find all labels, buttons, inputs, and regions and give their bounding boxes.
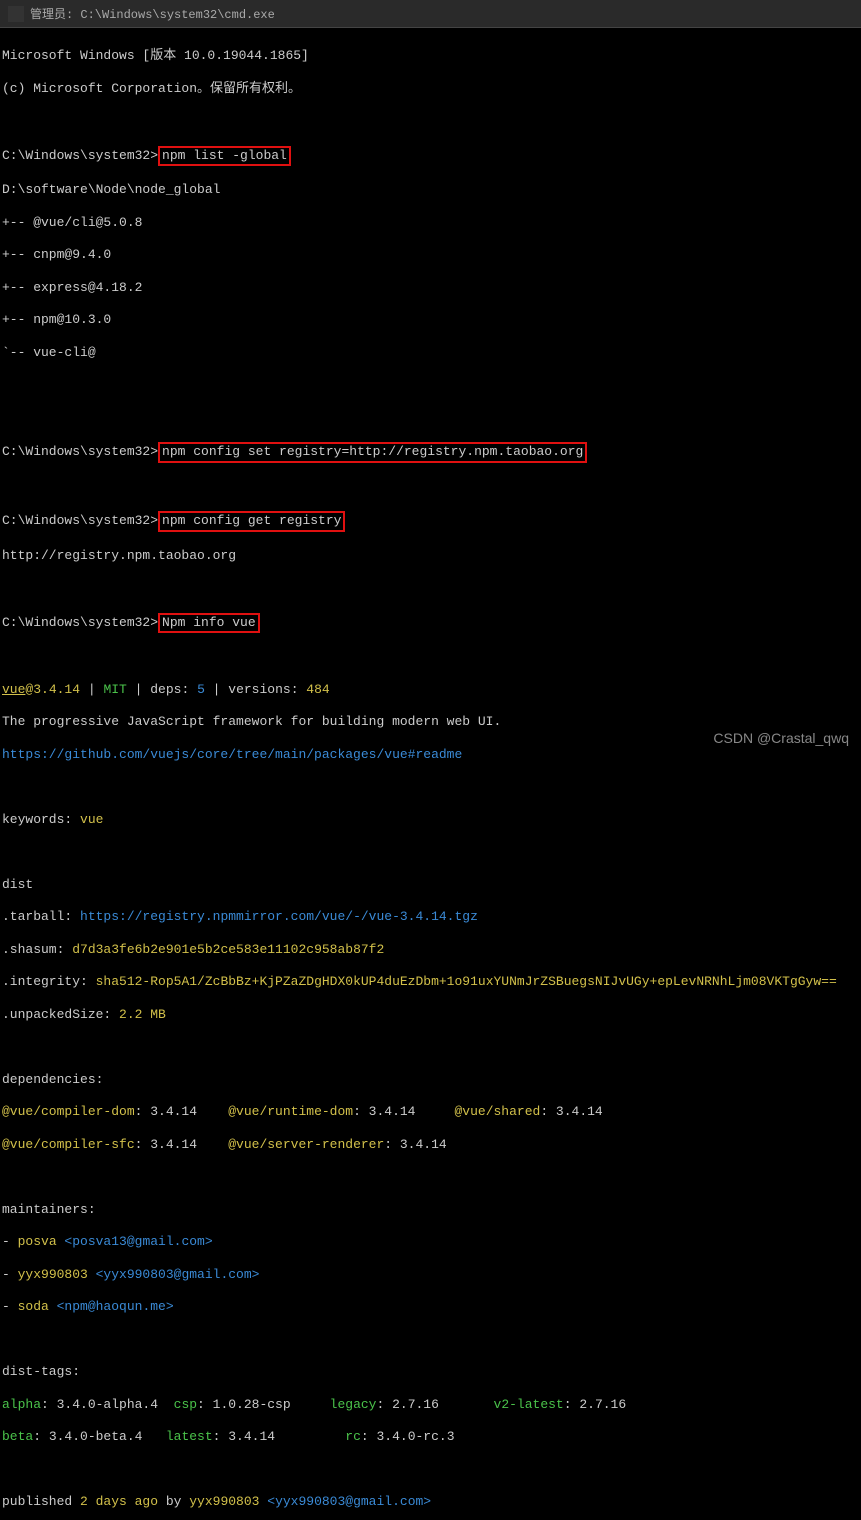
versions-count: 484 xyxy=(306,682,329,697)
npm-list-item: +-- npm@10.3.0 xyxy=(2,312,859,328)
window-title: 管理员: C:\Windows\system32\cmd.exe xyxy=(30,5,275,22)
watermark: CSDN @Crastal_qwq xyxy=(713,730,849,746)
maintainers-header: maintainers: xyxy=(2,1202,859,1218)
keywords-line: keywords: vue xyxy=(2,812,859,828)
maintainer-2: - yyx990803 <yyx990803@gmail.com> xyxy=(2,1267,859,1283)
pkg-license: MIT xyxy=(103,682,126,697)
npm-list-root: D:\software\Node\node_global xyxy=(2,182,859,198)
dist-tags-header: dist-tags: xyxy=(2,1364,859,1380)
npm-list-item: +-- cnpm@9.4.0 xyxy=(2,247,859,263)
deps-row-1: @vue/compiler-dom: 3.4.14 @vue/runtime-d… xyxy=(2,1104,859,1120)
integrity-line: .integrity: sha512-Rop5A1/ZcBbBz+KjPZaZD… xyxy=(2,974,859,990)
tarball-line: .tarball: https://registry.npmmirror.com… xyxy=(2,909,859,925)
terminal-output[interactable]: Microsoft Windows [版本 10.0.19044.1865] (… xyxy=(0,28,861,1520)
cmd-line-3: C:\Windows\system32>npm config get regis… xyxy=(2,511,859,531)
dist-tags-row-2: beta: 3.4.0-beta.4 latest: 3.4.14 rc: 3.… xyxy=(2,1429,859,1445)
unpacked-line: .unpackedSize: 2.2 MB xyxy=(2,1007,859,1023)
os-version: Microsoft Windows [版本 10.0.19044.1865] xyxy=(2,48,859,64)
pkg-version: 3.4.14 xyxy=(33,682,80,697)
copyright: (c) Microsoft Corporation。保留所有权利。 xyxy=(2,81,859,97)
dist-tags-row-1: alpha: 3.4.0-alpha.4 csp: 1.0.28-csp leg… xyxy=(2,1397,859,1413)
cmd-line-2: C:\Windows\system32>npm config set regis… xyxy=(2,442,859,462)
pkg-header: vue@3.4.14 | MIT | deps: 5 | versions: 4… xyxy=(2,682,859,698)
pkg-description: The progressive JavaScript framework for… xyxy=(2,714,859,730)
maintainer-3: - soda <npm@haoqun.me> xyxy=(2,1299,859,1315)
window-titlebar: 管理员: C:\Windows\system32\cmd.exe xyxy=(0,0,861,28)
published-line: published 2 days ago by yyx990803 <yyx99… xyxy=(2,1494,859,1510)
deps-count: 5 xyxy=(197,682,205,697)
registry-output: http://registry.npm.taobao.org xyxy=(2,548,859,564)
highlighted-command-4: Npm info vue xyxy=(158,613,260,633)
cmd-line-4: C:\Windows\system32>Npm info vue xyxy=(2,613,859,633)
highlighted-command-3: npm config get registry xyxy=(158,511,345,531)
pkg-name: vue xyxy=(2,682,25,697)
npm-list-item: `-- vue-cli@ xyxy=(2,345,859,361)
highlighted-command-2: npm config set registry=http://registry.… xyxy=(158,442,587,462)
highlighted-command-1: npm list -global xyxy=(158,146,291,166)
cmd-icon xyxy=(8,6,24,22)
npm-list-item: +-- @vue/cli@5.0.8 xyxy=(2,215,859,231)
maintainer-1: - posva <posva13@gmail.com> xyxy=(2,1234,859,1250)
dependencies-header: dependencies: xyxy=(2,1072,859,1088)
npm-list-item: +-- express@4.18.2 xyxy=(2,280,859,296)
shasum-line: .shasum: d7d3a3fe6b2e901e5b2ce583e11102c… xyxy=(2,942,859,958)
cmd-line-1: C:\Windows\system32>npm list -global xyxy=(2,146,859,166)
dist-header: dist xyxy=(2,877,859,893)
deps-row-2: @vue/compiler-sfc: 3.4.14 @vue/server-re… xyxy=(2,1137,859,1153)
